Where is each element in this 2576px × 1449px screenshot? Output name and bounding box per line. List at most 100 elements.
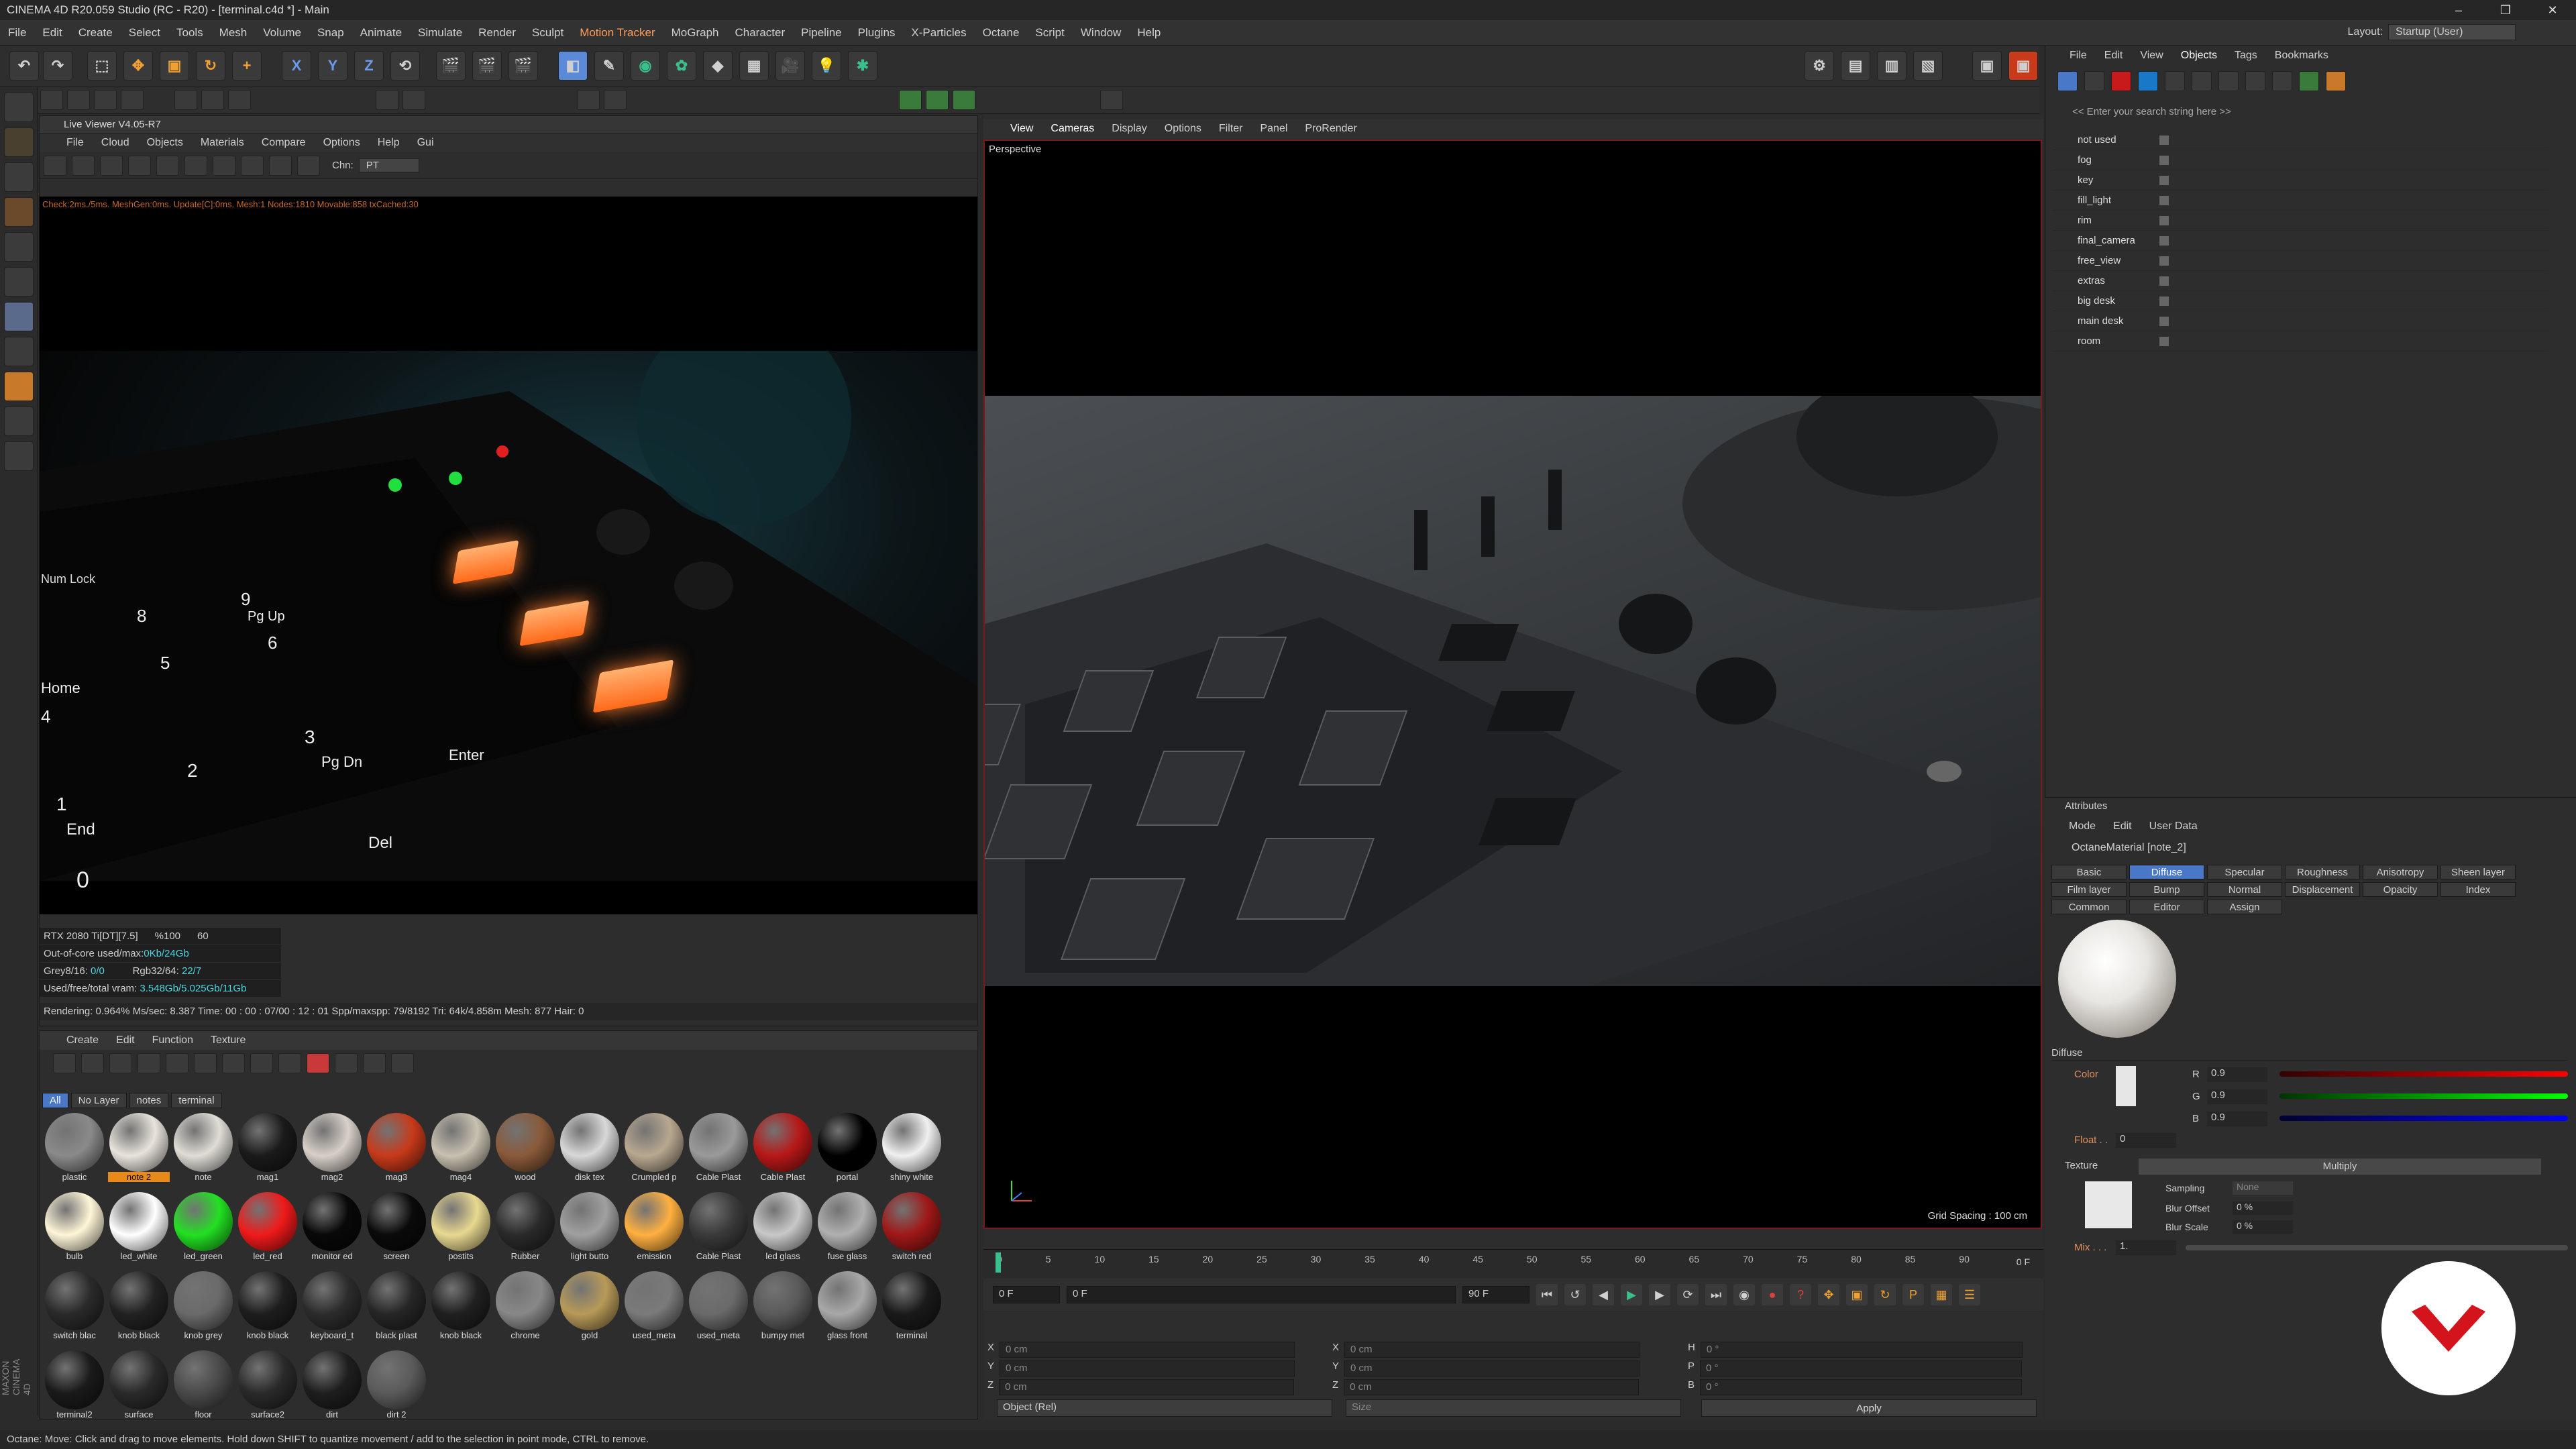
prev-frame-icon[interactable]: ◀ xyxy=(1593,1284,1614,1305)
z-axis-button[interactable]: Z xyxy=(354,51,384,80)
layout-selector[interactable]: Layout: Startup (User) xyxy=(2348,23,2516,42)
material-swatch[interactable]: Cable Plast xyxy=(686,1189,751,1269)
octane-gear-icon[interactable] xyxy=(2084,71,2104,91)
attr-tab-bump[interactable]: Bump xyxy=(2129,882,2204,897)
blur-scale-field[interactable]: 0 % xyxy=(2233,1220,2293,1234)
viewport-canvas[interactable]: Perspective Grid Spacing: 100 cm xyxy=(930,140,2165,1229)
material-swatch[interactable]: Crumpled p xyxy=(622,1110,686,1189)
object-row[interactable]: key xyxy=(2052,170,2548,191)
material-ball[interactable] xyxy=(753,1271,812,1330)
material-ball[interactable] xyxy=(367,1192,426,1251)
scale-icon[interactable]: ▣ xyxy=(160,51,189,80)
key-pla-icon[interactable]: ▦ xyxy=(1931,1284,1952,1305)
material-ball[interactable] xyxy=(367,1350,426,1409)
attributes-menu-mode[interactable]: Mode xyxy=(2069,820,2096,833)
floor-icon[interactable]: ▦ xyxy=(739,51,769,80)
object-row[interactable]: final_camera xyxy=(2052,231,2548,251)
material-ball[interactable] xyxy=(625,1271,684,1330)
sampling-dropdown[interactable]: None xyxy=(2233,1181,2293,1195)
live-viewer-menu-file[interactable]: File xyxy=(66,137,84,149)
material-circle-icon[interactable] xyxy=(391,1053,414,1073)
material-ball[interactable] xyxy=(882,1113,941,1172)
material-swatch[interactable]: mag4 xyxy=(429,1110,493,1189)
next-frame-icon[interactable]: ▶ xyxy=(1649,1284,1670,1305)
material-preview[interactable] xyxy=(2058,920,2176,1038)
material-swatch[interactable]: postits xyxy=(429,1189,493,1269)
cube-icon[interactable]: ◧ xyxy=(558,51,588,80)
octane-area-light-icon[interactable] xyxy=(2192,71,2212,91)
camera-icon[interactable]: 🎥 xyxy=(775,51,805,80)
checker-icon[interactable] xyxy=(363,1053,386,1073)
key-param-icon[interactable]: P xyxy=(1902,1284,1924,1305)
menu-tools[interactable]: Tools xyxy=(168,26,211,40)
material-swatch[interactable]: mag3 xyxy=(364,1110,429,1189)
size-y-field[interactable]: 0 cm xyxy=(1344,1360,1640,1377)
motion-path-icon[interactable]: ◉ xyxy=(1733,1284,1755,1305)
octane-specular-icon[interactable] xyxy=(109,1053,132,1073)
start-frame-field[interactable]: 0 F xyxy=(993,1286,1060,1303)
material-ball[interactable] xyxy=(303,1350,362,1409)
apply-button[interactable]: Apply xyxy=(1701,1399,2037,1417)
texture-icon[interactable] xyxy=(4,197,34,227)
octane-camera-icon[interactable] xyxy=(953,90,975,110)
menu-plugins[interactable]: Plugins xyxy=(850,26,904,40)
close-icon[interactable]: ✕ xyxy=(2529,0,2576,20)
material-ball[interactable] xyxy=(753,1192,812,1251)
size-x-field[interactable]: 0 cm xyxy=(1344,1342,1640,1358)
attr-tab-anisotropy[interactable]: Anisotropy xyxy=(2363,865,2438,879)
live-viewer-menu-materials[interactable]: Materials xyxy=(201,137,244,149)
key-scale-icon[interactable]: ▣ xyxy=(1846,1284,1868,1305)
material-swatch[interactable]: bumpy met xyxy=(751,1269,815,1348)
material-ball[interactable] xyxy=(45,1113,104,1172)
move-icon[interactable]: ✥ xyxy=(123,51,153,80)
attr-tab-specular[interactable]: Specular xyxy=(2207,865,2282,879)
attr-tab-editor[interactable]: Editor xyxy=(2129,900,2204,914)
viewport-menu-filter[interactable]: Filter xyxy=(1219,123,1243,135)
pin-icon[interactable] xyxy=(269,155,292,176)
light-icon[interactable]: 💡 xyxy=(812,51,841,80)
visibility-icon[interactable] xyxy=(2159,155,2169,165)
restore-icon[interactable]: ❐ xyxy=(2482,0,2529,20)
octane-live-icon[interactable]: ▣ xyxy=(2008,51,2038,80)
y-axis-button[interactable]: Y xyxy=(318,51,347,80)
object-row[interactable]: rim xyxy=(2052,211,2548,231)
material-swatch[interactable]: led_white xyxy=(107,1189,171,1269)
visibility-icon[interactable] xyxy=(2159,316,2169,326)
material-swatch[interactable]: mag1 xyxy=(235,1110,300,1189)
material-swatch[interactable]: used_meta xyxy=(622,1269,686,1348)
object-menu-objects[interactable]: Objects xyxy=(2181,50,2217,67)
material-ball[interactable] xyxy=(431,1192,490,1251)
octane-tool-icon[interactable] xyxy=(577,90,600,110)
settings-icon[interactable] xyxy=(44,155,66,176)
viewport-menu-panel[interactable]: Panel xyxy=(1260,123,1287,135)
material-ball[interactable] xyxy=(431,1113,490,1172)
g-field[interactable]: 0.9 xyxy=(2207,1089,2267,1104)
material-ball[interactable] xyxy=(496,1192,555,1251)
texture-thumbnail[interactable] xyxy=(2085,1181,2132,1228)
material-ball[interactable] xyxy=(109,1192,168,1251)
material-ball[interactable] xyxy=(238,1350,297,1409)
attr-tab-common[interactable]: Common xyxy=(2051,900,2127,914)
material-swatch[interactable]: knob black xyxy=(107,1269,171,1348)
material-ball[interactable] xyxy=(367,1271,426,1330)
material-swatch[interactable]: led_red xyxy=(235,1189,300,1269)
material-swatch[interactable]: note xyxy=(171,1110,235,1189)
loop-icon[interactable]: ⟳ xyxy=(1677,1284,1699,1305)
object-menu-edit[interactable]: Edit xyxy=(2104,50,2123,67)
material-swatch[interactable]: emission xyxy=(622,1189,686,1269)
coordinate-system-icon[interactable]: ⟲ xyxy=(390,51,420,80)
grid-icon[interactable]: ▥ xyxy=(1877,51,1907,80)
octane-texture-env-icon[interactable] xyxy=(2218,71,2239,91)
playhead[interactable] xyxy=(996,1252,1001,1273)
menu-snap[interactable]: Snap xyxy=(309,26,352,40)
material-ball[interactable] xyxy=(882,1271,941,1330)
blur-offset-field[interactable]: 0 % xyxy=(2233,1201,2293,1215)
attributes-menu-user-data[interactable]: User Data xyxy=(2149,820,2198,833)
solo-mode-icon[interactable] xyxy=(402,90,425,110)
material-swatch[interactable]: Cable Plast xyxy=(686,1110,751,1189)
octane-render-icon[interactable]: ▣ xyxy=(1972,51,2002,80)
menu-pipeline[interactable]: Pipeline xyxy=(793,26,850,40)
menu-character[interactable]: Character xyxy=(727,26,794,40)
material-menu-texture[interactable]: Texture xyxy=(211,1034,246,1046)
timeline-icon[interactable]: ☰ xyxy=(1959,1284,1980,1305)
